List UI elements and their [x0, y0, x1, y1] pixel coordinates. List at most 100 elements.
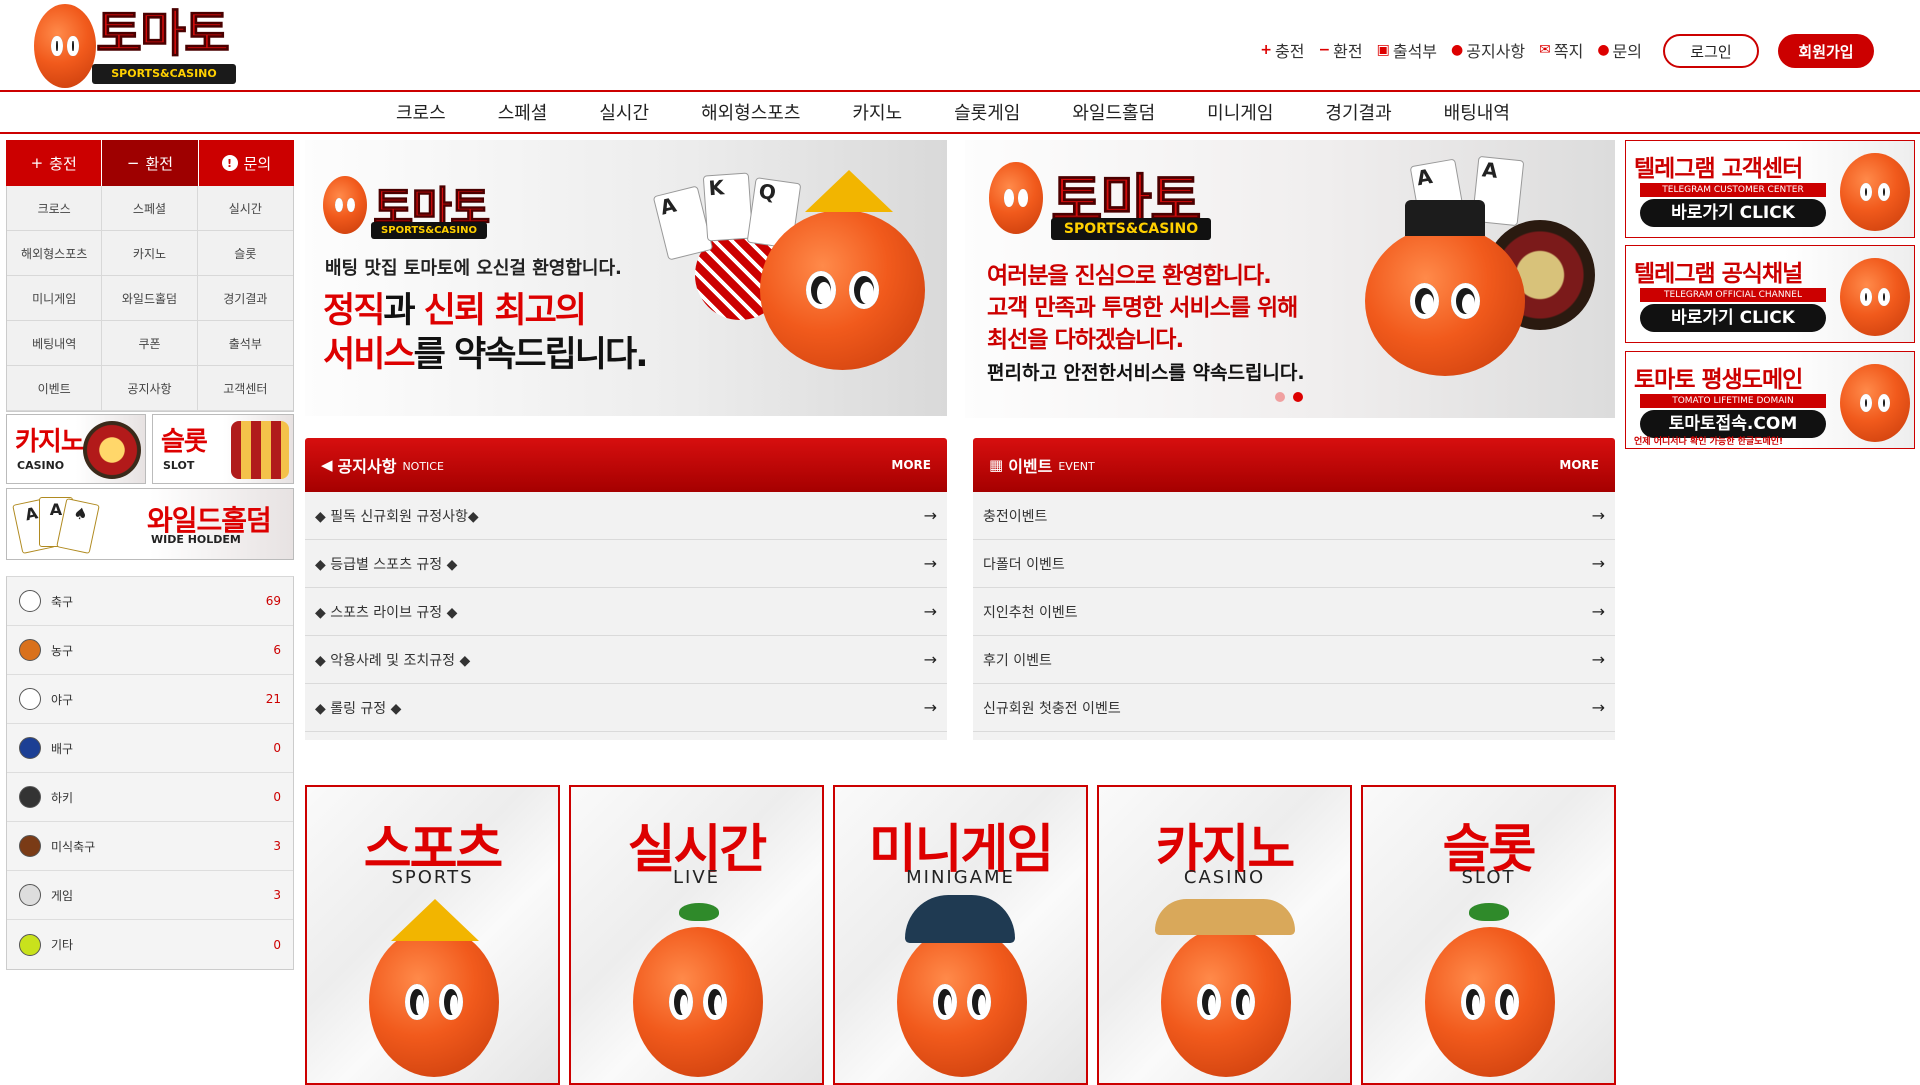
notice-row[interactable]: ◆ 악용사례 및 조치규정 ◆ → [305, 636, 947, 684]
tomato-mascot-icon [1425, 927, 1555, 1077]
tomato-stem-icon [1469, 903, 1509, 921]
quick-charge-button[interactable]: + 충전 [6, 140, 103, 186]
nav-item-slot[interactable]: 슬롯게임 [928, 99, 1046, 125]
event-row[interactable]: 후기 이벤트 → [973, 636, 1615, 684]
sport-row[interactable]: 농구 6 [7, 626, 293, 675]
tomato-mascot-icon [1840, 153, 1910, 231]
nav-item-cross[interactable]: 크로스 [370, 99, 472, 125]
game-card-sports[interactable]: 스포츠 SPORTS [305, 785, 560, 1085]
carousel-dot-active[interactable] [1293, 392, 1303, 402]
notice-board: ◀ 공지사항 NOTICE MORE ◆ 필독 신규회원 규정사항◆ → ◆ 등급별… [305, 438, 947, 740]
top-link-message[interactable]: ✉ 쪽지 [1539, 38, 1583, 62]
notice-row[interactable]: ◆ 스포츠 라이브 규정 ◆ → [305, 588, 947, 636]
sport-row[interactable]: 기타 0 [7, 920, 293, 969]
top-link-notice[interactable]: ● 공지사항 [1451, 38, 1525, 62]
join-button[interactable]: 회원가입 [1778, 34, 1874, 68]
game-card-subtitle: LIVE [672, 867, 721, 888]
sport-row[interactable]: 게임 3 [7, 871, 293, 920]
tennis-ball-icon [19, 933, 41, 956]
top-link-withdraw[interactable]: − 환전 [1318, 38, 1362, 62]
sport-row[interactable]: 야구 21 [7, 675, 293, 724]
sidebar-menu-item[interactable]: 슬롯 [197, 231, 293, 276]
holdem-banner[interactable]: A A ♠ 와일드홀덤 WIDE HOLDEM [6, 488, 294, 560]
hero-banner-2[interactable]: 토마토 SPORTS&CASINO 여러분을 진심으로 환영합니다. 고객 만족… [965, 140, 1615, 418]
top-link-label: 쪽지 [1553, 42, 1584, 61]
nav-item-results[interactable]: 경기결과 [1299, 99, 1417, 125]
slot-banner-subtitle: SLOT [163, 459, 195, 472]
hero-banner-1[interactable]: 토마토 SPORTS&CASINO 배팅 맛집 토마토에 오신걸 환영합니다. … [305, 140, 947, 416]
sport-row[interactable]: 축구 69 [7, 577, 293, 626]
sidebar-menu-item[interactable]: 실시간 [197, 186, 293, 231]
quick-label: 환전 [145, 154, 174, 173]
sidebar-menu-item[interactable]: 경기결과 [197, 276, 293, 321]
top-link-charge[interactable]: + 충전 [1260, 38, 1304, 62]
nav-item-wild-holdem[interactable]: 와일드홀덤 [1046, 99, 1181, 125]
sport-count: 3 [273, 839, 281, 853]
slot-banner[interactable]: 슬롯 SLOT [152, 414, 294, 484]
nav-item-minigame[interactable]: 미니게임 [1181, 99, 1299, 125]
quick-label: 문의 [243, 154, 272, 173]
site-logo[interactable]: 토마토 SPORTS&CASINO [34, 4, 244, 88]
casino-banner[interactable]: 카지노 CASINO [6, 414, 146, 484]
sport-row[interactable]: 배구 0 [7, 724, 293, 773]
game-card-subtitle: MINIGAME [906, 867, 1015, 888]
hero-welcome-text: 배팅 맛집 토마토에 오신걸 환영합니다. [325, 258, 622, 279]
sidebar-menu-item[interactable]: 고객센터 [197, 366, 293, 411]
game-card-casino[interactable]: 카지노 CASINO [1097, 785, 1352, 1085]
baseball-icon [19, 688, 41, 710]
top-link-attendance[interactable]: ▣ 출석부 [1377, 38, 1437, 62]
sport-row[interactable]: 하키 0 [7, 773, 293, 822]
nav-item-casino[interactable]: 카지노 [826, 99, 928, 125]
game-card-slot[interactable]: 슬롯 SLOT [1361, 785, 1616, 1085]
event-row[interactable]: 지인추천 이벤트 → [973, 588, 1615, 636]
notice-more-link[interactable]: MORE [891, 458, 931, 472]
sidebar-menu-item[interactable]: 쿠폰 [102, 321, 198, 366]
sidebar-menu-item[interactable]: 공지사항 [102, 366, 198, 411]
football-icon [19, 835, 41, 857]
sport-count: 0 [273, 790, 281, 804]
sidebar-menu-item[interactable]: 이벤트 [7, 366, 103, 411]
side-banner[interactable]: 토마토 평생도메인 TOMATO LIFETIME DOMAIN 토마토접속.COM… [1625, 351, 1915, 449]
quick-inquiry-button[interactable]: ! 문의 [198, 140, 294, 186]
sidebar-menu-item[interactable]: 크로스 [7, 186, 103, 231]
sidebar-menu-item[interactable]: 해외형스포츠 [7, 231, 103, 276]
notice-row-title: ◆ 롤링 규정 ◆ [315, 700, 402, 717]
sidebar-menu-item[interactable]: 미니게임 [7, 276, 103, 321]
arrow-right-icon: → [923, 554, 937, 573]
login-button[interactable]: 로그인 [1663, 34, 1759, 68]
volleyball-icon [19, 737, 41, 759]
sidebar-menu-item[interactable]: 베팅내역 [7, 321, 103, 366]
event-row-title: 다폴더 이벤트 [983, 556, 1065, 573]
side-banner[interactable]: 텔레그램 공식채널 TELEGRAM OFFICIAL CHANNEL 바로가기 C… [1625, 245, 1915, 343]
sidebar-menu-item[interactable]: 스페셜 [102, 186, 198, 231]
hero-highlight: 정직 [323, 291, 385, 331]
minus-icon: − [126, 154, 140, 172]
nav-item-special[interactable]: 스페셜 [472, 99, 574, 125]
event-more-link[interactable]: MORE [1559, 458, 1599, 472]
logo-subtitle: SPORTS&CASINO [92, 64, 236, 84]
notice-row[interactable]: ◆ 필독 신규회원 규정사항◆ → [305, 492, 947, 540]
notice-row[interactable]: ◆ 등급별 스포츠 규정 ◆ → [305, 540, 947, 588]
carousel-dot[interactable] [1275, 392, 1285, 402]
alert-icon: ! [221, 155, 238, 171]
quick-withdraw-button[interactable]: − 환전 [102, 140, 199, 186]
sidebar-menu-item[interactable]: 와일드홀덤 [102, 276, 198, 321]
playing-card-icon: K [702, 172, 754, 242]
event-row[interactable]: 신규회원 첫충전 이벤트 → [973, 684, 1615, 732]
nav-item-betting-history[interactable]: 배팅내역 [1418, 99, 1536, 125]
nav-item-live[interactable]: 실시간 [573, 99, 675, 125]
side-banner[interactable]: 텔레그램 고객센터 TELEGRAM CUSTOMER CENTER 바로가기 CL… [1625, 140, 1915, 238]
top-link-inquiry[interactable]: ● 문의 [1597, 38, 1642, 62]
sidebar-menu-item[interactable]: 카지노 [102, 231, 198, 276]
event-row[interactable]: 다폴더 이벤트 → [973, 540, 1615, 588]
nav-item-overseas-sports[interactable]: 해외형스포츠 [675, 99, 826, 125]
event-row[interactable]: 충전이벤트 → [973, 492, 1615, 540]
game-card-live[interactable]: 실시간 LIVE [569, 785, 824, 1085]
sidebar-menu-item[interactable]: 출석부 [197, 321, 293, 366]
slot-machine-icon [231, 421, 289, 479]
hero-text: 를 약속드립니다. [413, 335, 649, 375]
sport-row[interactable]: 미식축구 3 [7, 822, 293, 871]
game-card-minigame[interactable]: 미니게임 MINIGAME [833, 785, 1088, 1085]
arrow-right-icon: → [923, 698, 937, 717]
notice-row[interactable]: ◆ 롤링 규정 ◆ → [305, 684, 947, 732]
